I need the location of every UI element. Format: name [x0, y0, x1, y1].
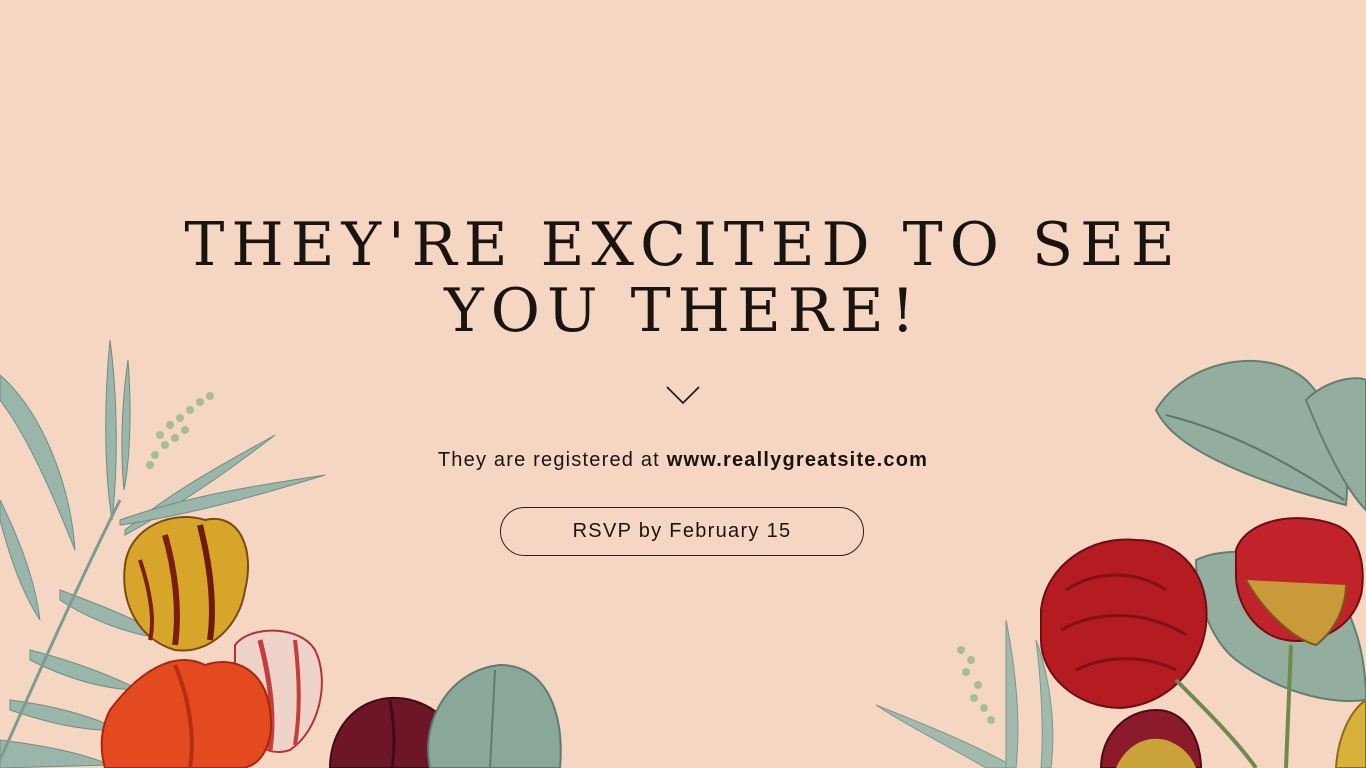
heading-line-1: THEY'RE EXCITED TO SEE [184, 210, 1182, 280]
round-leaf [427, 663, 562, 768]
floral-left-decoration [0, 339, 562, 768]
registry-line: They are registered at www.reallygreatsi… [183, 449, 1183, 472]
heading-line-2: YOU THERE! [444, 276, 922, 346]
orange-tulip [100, 659, 272, 768]
rsvp-button[interactable]: RSVP by February 15 [500, 507, 864, 556]
crimson-bud [1099, 708, 1203, 768]
striped-tulip [123, 516, 250, 652]
invitation-heading: THEY'RE EXCITED TO SEE YOU THERE! [183, 212, 1183, 344]
floral-right-decoration [875, 359, 1366, 768]
wildflower-sprig-right [957, 646, 995, 724]
yellow-petal-corner [1334, 698, 1366, 768]
registry-prefix: They are registered at [437, 449, 660, 471]
red-peony [1040, 538, 1208, 710]
registry-link[interactable]: www.reallygreatsite.com [667, 449, 928, 471]
grass-blades [875, 619, 1054, 768]
chevron-down-icon [666, 386, 700, 405]
